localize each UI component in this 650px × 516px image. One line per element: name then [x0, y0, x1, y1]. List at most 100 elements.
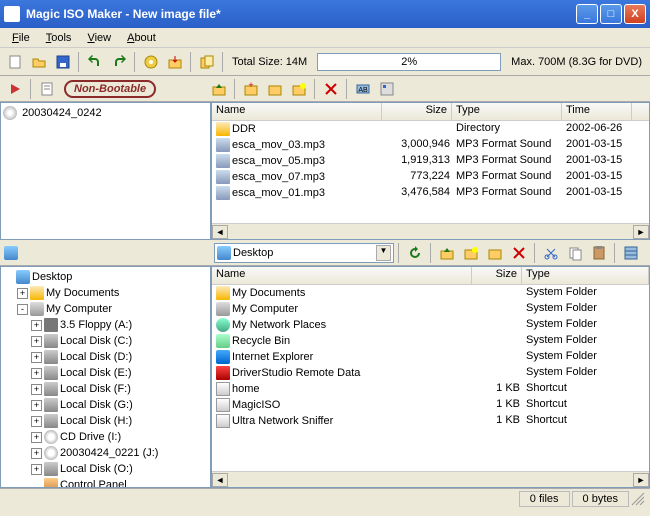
tree-item[interactable]: +Local Disk (F:) — [3, 381, 208, 397]
add-files-icon[interactable]: + — [240, 78, 262, 100]
tree-item[interactable]: +20030424_0221 (J:) — [3, 445, 208, 461]
expand-icon[interactable]: - — [17, 304, 28, 315]
expand-icon[interactable]: + — [31, 448, 42, 459]
hdr2-size[interactable]: Size — [472, 267, 522, 284]
image-tree-pane[interactable]: 20030424_0242 — [0, 102, 211, 240]
list-row[interactable]: My Network PlacesSystem Folder — [212, 317, 649, 333]
scroll-left-icon[interactable]: ◄ — [212, 225, 228, 239]
up-folder-icon[interactable] — [208, 78, 230, 100]
maximize-button[interactable]: □ — [600, 4, 622, 24]
scroll-right-icon[interactable]: ► — [633, 225, 649, 239]
menu-tools[interactable]: Tools — [38, 30, 80, 46]
list-row[interactable]: Recycle BinSystem Folder — [212, 333, 649, 349]
list-row[interactable]: Ultra Network Sniffer1 KBShortcut — [212, 413, 649, 429]
tree-item[interactable]: -My Computer — [3, 301, 208, 317]
hdr-size[interactable]: Size — [382, 103, 452, 120]
expand-icon[interactable]: + — [31, 368, 42, 379]
tree-item[interactable]: Desktop — [3, 269, 208, 285]
run-icon[interactable] — [4, 78, 26, 100]
list-row[interactable]: MagicISO1 KBShortcut — [212, 397, 649, 413]
expand-icon[interactable]: + — [31, 320, 42, 331]
label-icon[interactable]: AB — [352, 78, 374, 100]
delete-icon[interactable] — [320, 78, 342, 100]
hdr-name[interactable]: Name — [212, 103, 382, 120]
filelist-hscroll[interactable]: ◄ ► — [212, 223, 649, 239]
copy-icon[interactable] — [196, 51, 218, 73]
node-icon — [44, 446, 58, 460]
minimize-button[interactable]: _ — [576, 4, 598, 24]
file-row[interactable]: esca_mov_05.mp31,919,313MP3 Format Sound… — [212, 153, 649, 169]
newfolder-icon[interactable] — [460, 242, 482, 264]
tree-item[interactable]: Control Panel — [3, 477, 208, 488]
cut-icon[interactable] — [540, 242, 562, 264]
tree-root[interactable]: 20030424_0242 — [3, 105, 208, 121]
explorer-hscroll[interactable]: ◄ ► — [212, 471, 649, 487]
open-icon[interactable] — [28, 51, 50, 73]
tree-item[interactable]: +Local Disk (D:) — [3, 349, 208, 365]
extract-icon[interactable] — [164, 51, 186, 73]
hdr-time[interactable]: Time — [562, 103, 632, 120]
expand-icon[interactable]: + — [31, 384, 42, 395]
list-row[interactable]: My DocumentsSystem Folder — [212, 285, 649, 301]
expand-icon[interactable]: + — [31, 352, 42, 363]
save-icon[interactable] — [52, 51, 74, 73]
resize-grip-icon[interactable] — [630, 491, 650, 507]
node-icon — [44, 350, 58, 364]
tree-item[interactable]: +Local Disk (H:) — [3, 413, 208, 429]
menu-about[interactable]: About — [119, 30, 164, 46]
options-icon[interactable] — [376, 78, 398, 100]
paste-icon[interactable] — [588, 242, 610, 264]
expand-icon[interactable]: + — [31, 416, 42, 427]
list-row[interactable]: DriverStudio Remote DataSystem Folder — [212, 365, 649, 381]
item-type: Shortcut — [526, 414, 645, 428]
location-combo[interactable]: Desktop ▼ — [214, 243, 394, 263]
expand-icon[interactable]: + — [17, 288, 28, 299]
expand-icon[interactable]: + — [31, 400, 42, 411]
file-row[interactable]: esca_mov_07.mp3773,224MP3 Format Sound20… — [212, 169, 649, 185]
file-row[interactable]: DDRDirectory2002-06-26 — [212, 121, 649, 137]
burn-icon[interactable] — [140, 51, 162, 73]
menu-file[interactable]: File — [4, 30, 38, 46]
copy2-icon[interactable] — [564, 242, 586, 264]
tree-item[interactable]: +CD Drive (I:) — [3, 429, 208, 445]
tree-item[interactable]: +My Documents — [3, 285, 208, 301]
properties-icon[interactable] — [36, 78, 58, 100]
tree-item[interactable]: +Local Disk (G:) — [3, 397, 208, 413]
scroll-right-icon[interactable]: ► — [633, 473, 649, 487]
add-folder-icon[interactable] — [264, 78, 286, 100]
tree-item[interactable]: +Local Disk (C:) — [3, 333, 208, 349]
menu-view[interactable]: View — [79, 30, 119, 46]
delete2-icon[interactable] — [508, 242, 530, 264]
scroll-left-icon[interactable]: ◄ — [212, 473, 228, 487]
file-row[interactable]: esca_mov_03.mp33,000,946MP3 Format Sound… — [212, 137, 649, 153]
hdr2-name[interactable]: Name — [212, 267, 472, 284]
expand-icon[interactable]: + — [31, 432, 42, 443]
hdr-type[interactable]: Type — [452, 103, 562, 120]
list-row[interactable]: home1 KBShortcut — [212, 381, 649, 397]
explorer-tree[interactable]: Desktop+My Documents-My Computer+3.5 Flo… — [0, 266, 211, 488]
explorer-list-body[interactable]: My DocumentsSystem FolderMy ComputerSyst… — [212, 285, 649, 471]
addfolder-icon[interactable] — [484, 242, 506, 264]
close-button[interactable]: X — [624, 4, 646, 24]
redo-icon[interactable] — [108, 51, 130, 73]
refresh-icon[interactable] — [404, 242, 426, 264]
tree-item[interactable]: +3.5 Floppy (A:) — [3, 317, 208, 333]
hdr2-type[interactable]: Type — [522, 267, 649, 284]
tree-item[interactable]: +Local Disk (O:) — [3, 461, 208, 477]
list-row[interactable]: My ComputerSystem Folder — [212, 301, 649, 317]
undo-icon[interactable] — [84, 51, 106, 73]
bootable-badge[interactable]: Non-Bootable — [64, 80, 156, 98]
dropdown-icon[interactable]: ▼ — [376, 245, 391, 261]
node-icon — [16, 270, 30, 284]
up-icon[interactable] — [436, 242, 458, 264]
filelist-body[interactable]: DDRDirectory2002-06-26esca_mov_03.mp33,0… — [212, 121, 649, 223]
views-icon[interactable] — [620, 242, 642, 264]
file-row[interactable]: esca_mov_01.mp33,476,584MP3 Format Sound… — [212, 185, 649, 201]
list-row[interactable]: Internet ExplorerSystem Folder — [212, 349, 649, 365]
tree-item[interactable]: +Local Disk (E:) — [3, 365, 208, 381]
item-name: MagicISO — [232, 399, 280, 411]
new-folder-2-icon[interactable] — [288, 78, 310, 100]
new-icon[interactable] — [4, 51, 26, 73]
expand-icon[interactable]: + — [31, 464, 42, 475]
expand-icon[interactable]: + — [31, 336, 42, 347]
